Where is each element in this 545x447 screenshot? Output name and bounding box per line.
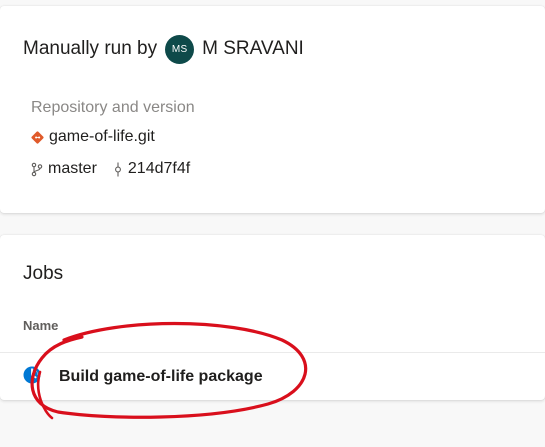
commit-link[interactable]: 214d7f4f [113, 160, 190, 178]
avatar-initials: MS [171, 43, 188, 55]
pipeline-run-summary: Manually run by MS M SRAVANI Repository … [0, 0, 545, 447]
running-status-icon [23, 366, 41, 389]
job-row[interactable]: Build game-of-life package [0, 352, 545, 401]
repository-version: master 214d7f4f [31, 160, 190, 178]
branch-link[interactable]: master [31, 160, 97, 178]
job-name: Build game-of-life package [59, 368, 263, 385]
branch-name: master [48, 160, 97, 177]
repository-name: game-of-life.git [49, 128, 155, 145]
branch-icon [31, 162, 43, 177]
repository-label: Repository and version [31, 99, 195, 116]
commit-icon [113, 162, 123, 177]
jobs-heading: Jobs [23, 263, 64, 284]
repository-link[interactable]: game-of-life.git [31, 128, 155, 146]
avatar: MS [165, 34, 195, 64]
run-trigger-label: Manually run by [23, 38, 158, 59]
commit-hash: 214d7f4f [127, 160, 191, 177]
run-trigger-info: Manually run by MS M SRAVANI [23, 32, 304, 66]
run-user-name[interactable]: M SRAVANI [202, 38, 304, 60]
jobs-column-name[interactable]: Name [23, 318, 58, 333]
git-repo-icon [31, 130, 44, 144]
